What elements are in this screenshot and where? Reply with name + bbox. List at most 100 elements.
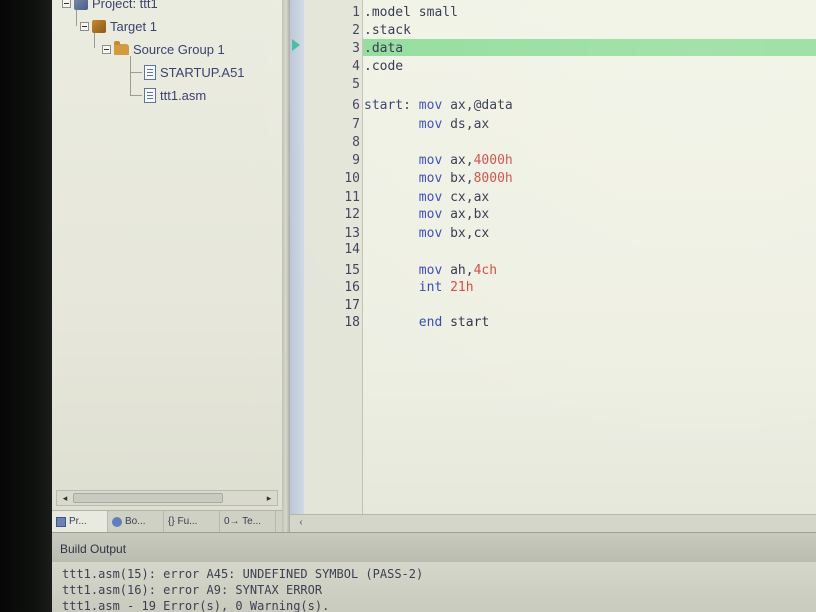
scroll-right-icon[interactable]: ▸	[262, 492, 276, 504]
code-number: 8000h	[473, 171, 513, 186]
code-editor[interactable]: 1 .model small 2 .stack 3 .data 4 .code 5 6 start:…	[290, 0, 816, 514]
collapse-icon[interactable]	[102, 44, 111, 54]
tree-label-group: Source Group 1	[133, 41, 225, 57]
code-keyword: mov	[418, 207, 443, 222]
code-keyword: mov	[418, 117, 443, 132]
tab-label: Bo...	[125, 516, 146, 527]
bookmark-margin[interactable]	[290, 0, 304, 514]
collapse-icon[interactable]	[62, 0, 71, 8]
code-text: mov ax,bx	[364, 206, 489, 223]
file-icon	[144, 64, 156, 80]
tree-line	[130, 72, 142, 73]
code-line[interactable]: 9 mov ax,4000h	[304, 152, 816, 169]
code-text: end start	[364, 314, 489, 331]
books-icon	[112, 516, 122, 527]
code-text: mov bx,8000h	[364, 170, 513, 187]
code-text: int 21h	[364, 279, 474, 296]
scroll-left-icon[interactable]: ‹	[294, 517, 308, 529]
line-number: 15	[344, 263, 360, 278]
code-line[interactable]: 7 mov ds,ax	[304, 116, 816, 133]
project-panel-tabs: Pr... Bo... {} Fu... 0→ Te...	[52, 510, 282, 532]
code-line[interactable]: 18 end start	[304, 314, 816, 331]
tree-item-file[interactable]: ttt1.asm	[144, 86, 206, 104]
code-line[interactable]: 14	[304, 241, 816, 258]
code-operands: ax,@data	[450, 98, 513, 113]
panel-splitter[interactable]	[282, 0, 290, 532]
line-number: 2	[352, 23, 360, 38]
line-number: 7	[352, 117, 360, 132]
code-text: mov bx,cx	[364, 225, 489, 242]
code-keyword: mov	[418, 98, 443, 113]
project-tree: Project: ttt1 Target 1 Source Group 1 ST…	[52, 0, 282, 488]
code-keyword: mov	[418, 263, 443, 278]
code-line[interactable]: 11 mov cx,ax	[304, 189, 816, 206]
code-operands: start	[450, 315, 490, 330]
code-keyword: end	[418, 315, 443, 330]
line-number: 11	[344, 190, 360, 205]
code-number: 21h	[450, 280, 474, 295]
build-output-header: Build Output	[52, 532, 816, 562]
file-icon	[144, 87, 156, 103]
code-directive: .code	[364, 59, 404, 74]
code-text: mov ah,4ch	[364, 262, 497, 279]
line-number: 13	[344, 226, 360, 241]
scroll-thumb[interactable]	[73, 493, 223, 503]
code-line[interactable]: 13 mov bx,cx	[304, 225, 816, 242]
editor-hscrollbar[interactable]: ‹	[290, 514, 816, 532]
code-line[interactable]: 10 mov bx,8000h	[304, 170, 816, 187]
code-text: .code	[364, 58, 403, 75]
uvision-window: Project: ttt1 Target 1 Source Group 1 ST…	[52, 0, 816, 612]
tab-templates[interactable]: 0→ Te...	[220, 511, 276, 532]
code-operands: ax,bx	[450, 207, 490, 222]
collapse-icon[interactable]	[80, 21, 89, 31]
tree-item-project[interactable]: Project: ttt1	[62, 0, 158, 12]
code-label: start:	[364, 98, 411, 113]
code-line[interactable]: 6 start: mov ax,@data	[304, 97, 816, 114]
code-operands: ax,	[450, 153, 474, 168]
code-line[interactable]: 4 .code	[304, 58, 816, 75]
tab-functions[interactable]: {} Fu...	[164, 511, 220, 532]
code-line[interactable]: 17	[304, 297, 816, 314]
build-output-panel[interactable]: ttt1.asm(15): error A45: UNDEFINED SYMBO…	[52, 562, 816, 612]
line-number: 6	[352, 98, 360, 113]
build-output-line: ttt1.asm(16): error A9: SYNTAX ERROR	[62, 583, 323, 597]
code-text: .stack	[364, 22, 411, 39]
project-hscrollbar[interactable]: ◂ ▸	[56, 490, 278, 506]
code-directive: .stack	[364, 23, 411, 38]
code-line[interactable]: 1 .model small	[304, 4, 816, 21]
tree-item-file[interactable]: STARTUP.A51	[144, 63, 245, 81]
line-number: 12	[344, 207, 360, 222]
code-keyword: int	[418, 280, 443, 295]
target-icon	[92, 19, 106, 33]
line-number: 9	[352, 153, 360, 168]
code-number: 4000h	[473, 153, 513, 168]
tab-label: {} Fu...	[168, 516, 198, 527]
tab-project[interactable]: Pr...	[52, 511, 108, 532]
project-icon	[56, 516, 66, 527]
code-line[interactable]: 8	[304, 134, 816, 151]
bookmark-arrow-icon	[292, 39, 300, 51]
line-number: 8	[352, 135, 360, 150]
code-line[interactable]: 3 .data	[304, 40, 816, 57]
scroll-left-icon[interactable]: ◂	[58, 492, 72, 504]
code-number: 4ch	[473, 263, 498, 278]
project-panel: Project: ttt1 Target 1 Source Group 1 ST…	[52, 0, 282, 532]
build-output-title: Build Output	[60, 542, 127, 556]
line-number: 3	[352, 41, 360, 56]
tab-books[interactable]: Bo...	[108, 511, 164, 532]
code-line[interactable]: 5	[304, 76, 816, 93]
code-directive: .model small	[364, 5, 458, 20]
screen-bezel	[0, 0, 52, 612]
tree-line	[130, 56, 131, 96]
build-output-line: ttt1.asm(15): error A45: UNDEFINED SYMBO…	[62, 567, 424, 581]
code-line[interactable]: 16 int 21h	[304, 279, 816, 296]
code-line[interactable]: 15 mov ah,4ch	[304, 262, 816, 279]
code-line[interactable]: 12 mov ax,bx	[304, 206, 816, 223]
line-number: 4	[352, 59, 360, 74]
tree-item-target[interactable]: Target 1	[80, 17, 157, 35]
tree-line	[130, 95, 142, 96]
tree-item-source-group[interactable]: Source Group 1	[102, 40, 225, 58]
tree-label-target: Target 1	[110, 18, 157, 34]
line-number: 5	[352, 77, 360, 92]
code-line[interactable]: 2 .stack	[304, 22, 816, 39]
